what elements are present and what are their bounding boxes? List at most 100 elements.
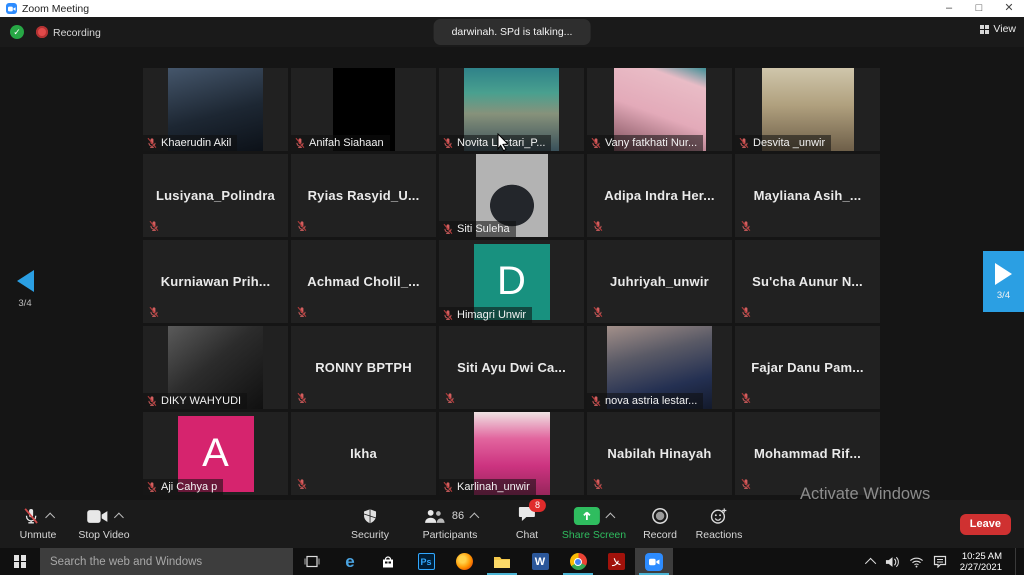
start-button[interactable] <box>0 548 40 575</box>
participant-tile[interactable]: Ikha Ikha <box>291 412 436 495</box>
taskbar-icon-word[interactable]: W <box>521 548 559 575</box>
participant-name: Adipa Indra Her... <box>587 154 732 237</box>
participant-name: RONNY BPTPH <box>291 326 436 409</box>
participant-tile[interactable]: RONNY BPTPH RONNY BPTPH <box>291 326 436 409</box>
chat-button[interactable]: 8 Chat <box>516 506 538 541</box>
tray-time: 10:25 AM <box>960 551 1002 562</box>
participant-tile[interactable]: A Aji Cahya p <box>143 412 288 495</box>
view-button[interactable]: View <box>980 23 1016 35</box>
participant-name-strip: Vany fatkhati Nur... <box>587 135 703 151</box>
firefox-icon <box>456 553 473 570</box>
participant-name: Siti Ayu Dwi Ca... <box>439 326 584 409</box>
participant-name: Lusiyana_Polindra <box>143 154 288 237</box>
participant-name: Karlinah_unwir <box>457 481 530 493</box>
encryption-shield-icon: ✓ <box>10 25 24 39</box>
participant-tile[interactable]: Nabilah Hinayah Nabilah Hinayah <box>587 412 732 495</box>
mic-off-icon <box>592 478 604 490</box>
photoshop-icon: Ps <box>418 553 435 570</box>
wifi-icon[interactable] <box>909 556 924 568</box>
mic-options-caret[interactable] <box>45 513 55 523</box>
taskbar-clock[interactable]: 10:25 AM 2/27/2021 <box>960 551 1002 573</box>
taskbar-icon-zoom[interactable] <box>635 548 673 575</box>
participant-tile[interactable]: Siti Suleha <box>439 154 584 237</box>
taskbar-search[interactable] <box>40 548 293 575</box>
share-options-caret[interactable] <box>606 513 616 523</box>
taskbar-icon-file-explorer[interactable] <box>483 548 521 575</box>
taskbar-icon-firefox[interactable] <box>445 548 483 575</box>
participant-tile[interactable]: Juhriyah_unwir Juhriyah_unwir <box>587 240 732 323</box>
participant-tile[interactable]: Lusiyana_Polindra Lusiyana_Polindra <box>143 154 288 237</box>
participant-name: Siti Suleha <box>457 223 510 235</box>
security-shield-icon <box>362 508 378 525</box>
search-input[interactable] <box>40 555 293 569</box>
next-page-button[interactable]: 3/4 <box>983 251 1024 312</box>
reactions-smiley-icon <box>710 507 728 525</box>
participants-button[interactable]: 86 Participants <box>422 506 478 541</box>
video-options-caret[interactable] <box>114 513 124 523</box>
reactions-button[interactable]: Reactions <box>696 506 743 541</box>
volume-icon[interactable] <box>885 556 900 568</box>
participant-tile[interactable]: Mohammad Rif... Mohammad Rif... <box>735 412 880 495</box>
participant-tile[interactable]: Desvita _unwir <box>735 68 880 151</box>
share-screen-button[interactable]: Share Screen <box>562 506 626 541</box>
task-view-button[interactable] <box>293 548 331 575</box>
participant-tile[interactable]: Achmad Cholil_... Achmad Cholil_... <box>291 240 436 323</box>
participant-tile[interactable]: Khaerudin Akil <box>143 68 288 151</box>
taskbar-icon-photoshop[interactable]: Ps <box>407 548 445 575</box>
avatar-letter: D <box>497 259 526 304</box>
store-icon <box>380 554 396 570</box>
participant-tile[interactable]: Mayliana Asih_... Mayliana Asih_... <box>735 154 880 237</box>
participants-options-caret[interactable] <box>470 513 480 523</box>
hidden-icons-chevron[interactable] <box>865 557 876 568</box>
arrow-right-icon <box>995 263 1012 285</box>
participant-name: Himagri Unwir <box>457 309 526 321</box>
participant-tile[interactable]: Fajar Danu Pam... Fajar Danu Pam... <box>735 326 880 409</box>
participant-name: Mohammad Rif... <box>735 412 880 495</box>
record-button[interactable]: Record <box>643 506 677 541</box>
participant-tile[interactable]: Anifah Siahaan <box>291 68 436 151</box>
participant-name: Desvita _unwir <box>753 137 825 149</box>
taskbar-icon-store[interactable] <box>369 548 407 575</box>
close-button[interactable]: ✕ <box>994 0 1024 17</box>
participant-tile[interactable]: Ryias Rasyid_U... Ryias Rasyid_U... <box>291 154 436 237</box>
video-grid: Khaerudin Akil Anifah Siahaan <box>143 68 880 495</box>
participant-tile[interactable]: Vany fatkhati Nur... <box>587 68 732 151</box>
participant-tile[interactable]: nova astria lestar... <box>587 326 732 409</box>
video-camera-icon <box>86 509 108 524</box>
taskbar-icon-chrome[interactable] <box>559 548 597 575</box>
task-view-icon <box>304 555 320 568</box>
leave-button[interactable]: Leave <box>960 514 1011 535</box>
participant-name-strip: Karlinah_unwir <box>439 479 536 495</box>
mic-off-icon <box>148 306 160 318</box>
mic-off-icon <box>442 309 454 321</box>
page-indicator: 3/4 <box>10 298 40 309</box>
action-center-icon[interactable] <box>933 555 947 568</box>
participant-name-strip: Anifah Siahaan <box>291 135 390 151</box>
participant-tile[interactable]: Novita Lestari_P... <box>439 68 584 151</box>
participants-count: 86 <box>452 510 464 522</box>
mic-off-icon <box>294 137 306 149</box>
participant-tile[interactable]: Karlinah_unwir <box>439 412 584 495</box>
participant-name-strip: nova astria lestar... <box>587 393 703 409</box>
tray-date: 2/27/2021 <box>960 562 1002 573</box>
show-desktop-button[interactable] <box>1015 548 1020 575</box>
mic-off-icon <box>442 223 454 235</box>
stop-video-button[interactable]: Stop Video <box>78 506 129 541</box>
taskbar-icon-acrobat[interactable] <box>597 548 635 575</box>
participant-tile[interactable]: Adipa Indra Her... Adipa Indra Her... <box>587 154 732 237</box>
participant-name-strip: Siti Suleha <box>439 221 516 237</box>
maximize-button[interactable]: □ <box>964 0 994 17</box>
minimize-button[interactable]: – <box>934 0 964 17</box>
unmute-button[interactable]: Unmute <box>20 506 57 541</box>
mic-off-icon <box>442 137 454 149</box>
security-button[interactable]: Security <box>351 506 389 541</box>
participant-tile[interactable]: Kurniawan Prih... Kurniawan Prih... <box>143 240 288 323</box>
participant-tile[interactable]: DIKY WAHYUDI <box>143 326 288 409</box>
mic-off-icon <box>444 392 456 404</box>
meeting-area: ✓ Recording darwinah. SPd is talking... … <box>0 17 1024 548</box>
participant-tile[interactable]: D Himagri Unwir <box>439 240 584 323</box>
participant-tile[interactable]: Siti Ayu Dwi Ca... Siti Ayu Dwi Ca... <box>439 326 584 409</box>
taskbar-icon-edge[interactable]: e <box>331 548 369 575</box>
previous-page-button[interactable]: 3/4 <box>10 270 40 309</box>
participant-tile[interactable]: Su'cha Aunur N... Su'cha Aunur N... <box>735 240 880 323</box>
